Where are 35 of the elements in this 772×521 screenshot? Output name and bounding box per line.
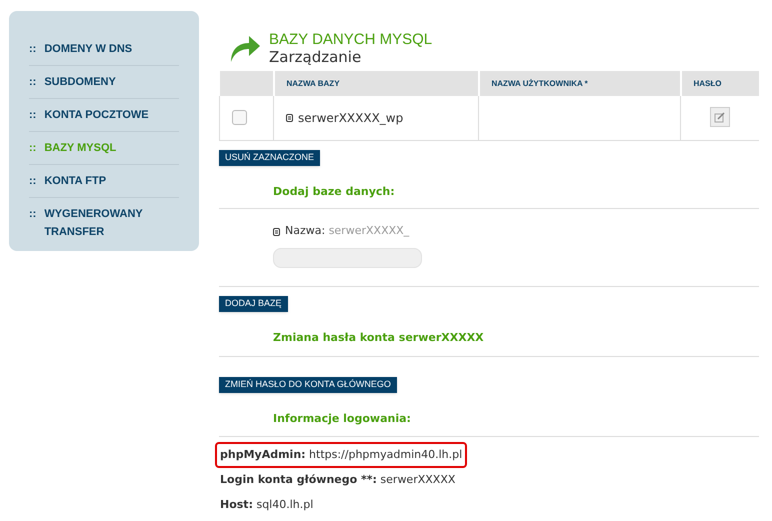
- name-prefix: serwerXXXXX_: [328, 224, 410, 238]
- column-header: NAZWA BAZY: [274, 71, 478, 96]
- row-checkbox[interactable]: [232, 110, 247, 126]
- table-cell-text: serwerXXXXX_wp: [298, 110, 404, 127]
- change-password-button[interactable]: ZMIEŃ HASŁO DO KONTA GŁÓWNEGO: [219, 376, 397, 392]
- login-info: Host: sql40.lh.pl: [219, 496, 314, 512]
- database-icon: [273, 228, 280, 236]
- login-info: phpMyAdmin: https://phpmyadmin40.lh.pl: [217, 444, 466, 466]
- sidebar-link[interactable]: SUBDOMENY: [44, 73, 116, 91]
- section-heading: Zmiana hasła konta serwerXXXXX: [219, 313, 759, 356]
- bullet: ::: [29, 42, 36, 57]
- field-label: Nazwa:: [285, 224, 326, 238]
- bullet: ::: [29, 174, 36, 189]
- section-heading: Informacje logowania:: [219, 394, 759, 438]
- delete-selected-button[interactable]: USUŃ ZAZNACZONE: [219, 150, 320, 166]
- add-database-button[interactable]: DODAJ BAZĘ: [219, 296, 288, 312]
- sidebar-link[interactable]: WYGENEROWANY TRANSFER: [44, 205, 179, 241]
- name-input-field[interactable]: [273, 248, 422, 268]
- page-subtitle: Zarządzanie: [269, 48, 362, 66]
- sidebar-link[interactable]: KONTA POCZTOWE: [44, 106, 149, 124]
- bullet: ::: [29, 207, 36, 222]
- edit-password-button[interactable]: [710, 107, 730, 128]
- section-heading: Dodaj baze danych:: [219, 166, 759, 210]
- arrow-icon: [229, 33, 261, 63]
- edit-icon: [714, 111, 726, 124]
- bullet: ::: [29, 108, 36, 123]
- sidebar-link[interactable]: DOMENY W DNS: [44, 40, 132, 58]
- database-icon: [286, 114, 293, 122]
- sidebar-link[interactable]: KONTA FTP: [44, 172, 106, 190]
- bullet: ::: [29, 141, 36, 156]
- column-header: HASŁO: [680, 71, 759, 96]
- bullet: ::: [29, 75, 36, 90]
- page-title: BAZY DANYCH MYSQL: [269, 30, 432, 48]
- column-header: NAZWA UŻYTKOWNIKA *: [478, 71, 680, 96]
- login-info: Login konta głównego **: serwerXXXXX: [219, 472, 456, 488]
